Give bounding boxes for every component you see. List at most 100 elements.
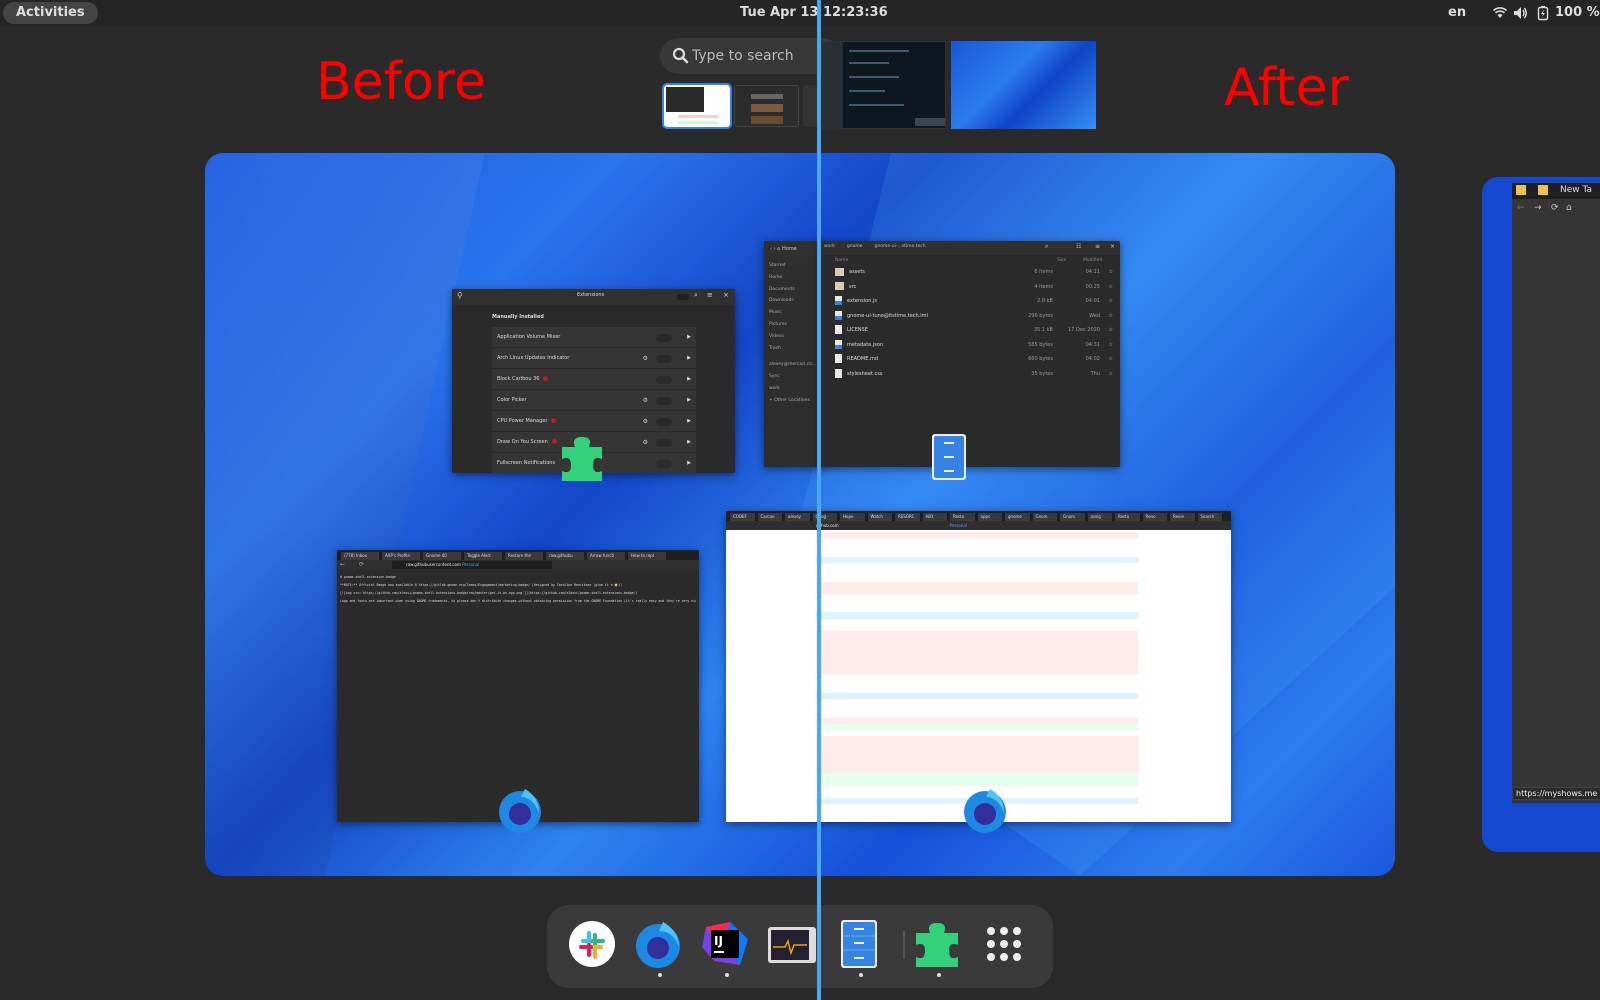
browser-tab[interactable]: Gnome 40 xyxy=(423,552,461,560)
clock[interactable]: Tue Apr 13 12:23:36 xyxy=(740,0,888,26)
sidebar-item[interactable]: Trash xyxy=(769,346,781,351)
url-bar[interactable]: github.com Personal xyxy=(816,522,1056,529)
forward-icon[interactable]: → xyxy=(1534,203,1542,213)
file-row[interactable]: LICENSE 35.1 kB 17 Dec 2020 ☆ xyxy=(835,323,1115,338)
workspace-thumbnail-1[interactable] xyxy=(662,83,732,129)
files-window[interactable]: work gnome gnome-ui-...stime.tech ⌕ ☷ ≡ × … xyxy=(820,241,1120,467)
view-toggle-icon[interactable]: ☷ xyxy=(1076,243,1081,250)
workspace-thumbnail-3[interactable] xyxy=(803,85,817,127)
file-row[interactable]: metadata.json 585 bytes 04:31 ☆ xyxy=(835,338,1115,353)
tab-new-tab[interactable]: New Ta xyxy=(1560,185,1592,195)
global-toggle[interactable] xyxy=(677,294,689,300)
browser-tab[interactable]: Hope xyxy=(840,513,865,521)
extension-toggle[interactable] xyxy=(656,397,672,405)
files-icon[interactable] xyxy=(834,919,884,969)
expand-arrow-icon[interactable]: ▶ xyxy=(687,327,691,348)
sidebar-item[interactable]: Home xyxy=(769,275,782,280)
extension-toggle[interactable] xyxy=(656,334,672,342)
diff-view[interactable] xyxy=(816,532,1138,822)
extension-toggle[interactable] xyxy=(656,355,672,363)
back-icon[interactable]: ← xyxy=(1517,203,1525,213)
browser-tab[interactable]: Carcan xyxy=(757,513,782,521)
sidebar-item[interactable]: Starred xyxy=(769,263,786,268)
settings-gear-icon[interactable]: ⚙ xyxy=(643,390,648,411)
browser-tab[interactable]: Resto xyxy=(1115,513,1140,521)
sidebar-item[interactable]: Downloads xyxy=(769,298,794,303)
file-row[interactable]: stylesheet.css 35 bytes Thu ☆ xyxy=(835,367,1115,382)
star-icon[interactable]: ☆ xyxy=(1109,265,1113,280)
sidebar-item[interactable]: Pictures xyxy=(769,322,787,327)
workspace-preview-next[interactable]: New Ta ← → ⟳ ⌂ https://myshows.me xyxy=(1482,177,1600,852)
file-row[interactable]: extension.js 2.8 kB 04:01 ☆ xyxy=(835,294,1115,309)
expand-arrow-icon[interactable]: ▶ xyxy=(687,369,691,390)
path-segment[interactable]: gnome xyxy=(847,244,863,249)
expand-arrow-icon[interactable]: ▶ xyxy=(687,432,691,453)
workspace-thumbnail-2[interactable] xyxy=(734,85,799,127)
search-input[interactable] xyxy=(692,38,832,74)
sidebar-item[interactable]: + Other Locations xyxy=(769,398,810,403)
browser-tab[interactable]: Gnom xyxy=(1032,513,1057,521)
browser-tab[interactable]: (778) Inbox xyxy=(341,552,379,560)
browser-tab[interactable]: Arrow functi xyxy=(587,552,625,560)
menu-icon[interactable]: ≡ xyxy=(1095,243,1100,250)
sidebar-item[interactable]: Music xyxy=(769,310,782,315)
close-icon[interactable]: × xyxy=(1110,243,1115,250)
extension-toggle[interactable] xyxy=(656,418,672,426)
home-icon[interactable]: ⌂ xyxy=(1566,203,1572,213)
files-sidebar-window[interactable]: ‹ › ⌂ Home Starred Home Documents Downloads… xyxy=(764,241,824,467)
star-icon[interactable]: ☆ xyxy=(1109,323,1113,338)
volume-icon[interactable] xyxy=(1512,5,1528,21)
star-icon[interactable]: ☆ xyxy=(1109,352,1113,367)
column-size[interactable]: Size xyxy=(1057,258,1066,263)
activities-button[interactable]: Activities xyxy=(3,2,98,24)
expand-arrow-icon[interactable]: ▶ xyxy=(687,411,691,432)
browser-tab[interactable]: assig xyxy=(1087,513,1112,521)
extension-toggle[interactable] xyxy=(656,460,672,468)
partial-browser-window[interactable]: New Ta ← → ⟳ ⌂ https://myshows.me xyxy=(1512,183,1600,803)
show-applications-icon[interactable] xyxy=(979,919,1029,969)
wifi-icon[interactable] xyxy=(1492,5,1508,21)
browser-tab[interactable]: gnome xyxy=(1005,513,1030,521)
settings-gear-icon[interactable]: ⚙ xyxy=(643,348,648,369)
path-segment[interactable]: work xyxy=(824,244,835,249)
star-icon[interactable]: ☆ xyxy=(1109,280,1113,295)
menu-icon[interactable]: ≡ xyxy=(707,291,713,299)
sidebar-item[interactable]: Sync xyxy=(769,374,780,379)
extensions-icon[interactable] xyxy=(912,919,962,969)
search-box[interactable] xyxy=(660,38,840,74)
file-row[interactable]: assets 6 items 04:11 ☆ xyxy=(835,265,1115,280)
workspace-thumbnail-4[interactable] xyxy=(822,41,946,130)
reload-icon[interactable]: ⟳ xyxy=(1551,203,1559,213)
star-icon[interactable]: ☆ xyxy=(1109,338,1113,353)
close-icon[interactable]: × xyxy=(723,291,729,299)
expand-arrow-icon[interactable]: ▶ xyxy=(687,453,691,473)
keyboard-layout-indicator[interactable]: en xyxy=(1448,0,1466,26)
browser-tab[interactable]: Restore the xyxy=(505,552,543,560)
settings-gear-icon[interactable]: ⚙ xyxy=(643,411,648,432)
slack-icon[interactable] xyxy=(567,919,617,969)
column-modified[interactable]: Modified xyxy=(1083,258,1102,263)
browser-tab[interactable]: Search xyxy=(1197,513,1222,521)
browser-tab[interactable]: AXP's Profile xyxy=(382,552,420,560)
browser-tab[interactable]: RESORC xyxy=(895,513,920,521)
extension-toggle[interactable] xyxy=(656,376,672,384)
browser-tab[interactable]: raw.githubu xyxy=(546,552,584,560)
url-bar[interactable]: raw.githubusercontent.com Personal xyxy=(392,561,552,569)
file-row[interactable]: gnome-ui-tune@itstime.tech.iml 296 bytes W… xyxy=(835,309,1115,324)
browser-tab[interactable]: Toggle Alert xyxy=(464,552,502,560)
browser-tab[interactable]: Revie xyxy=(1170,513,1195,521)
browser-tab[interactable]: Watch xyxy=(867,513,892,521)
star-icon[interactable]: ☆ xyxy=(1109,367,1113,382)
reload-icon[interactable]: ⟳ xyxy=(359,561,364,568)
sidebar-item[interactable]: Documents xyxy=(769,287,795,292)
info-icon[interactable]: ⚲ xyxy=(457,291,463,300)
sidebar-item[interactable]: work xyxy=(769,386,780,391)
system-monitor-icon[interactable] xyxy=(767,919,817,969)
extension-toggle[interactable] xyxy=(656,439,672,447)
search-icon[interactable]: ⌕ xyxy=(694,291,698,300)
file-row[interactable]: README.md 660 bytes 04:02 ☆ xyxy=(835,352,1115,367)
path-segment[interactable]: gnome-ui-...stime.tech xyxy=(875,244,926,249)
browser-tab[interactable]: AB1 xyxy=(922,513,947,521)
tab-icon[interactable] xyxy=(1538,185,1548,195)
extension-row[interactable]: Block Caribou 36 ▶ xyxy=(492,369,696,390)
